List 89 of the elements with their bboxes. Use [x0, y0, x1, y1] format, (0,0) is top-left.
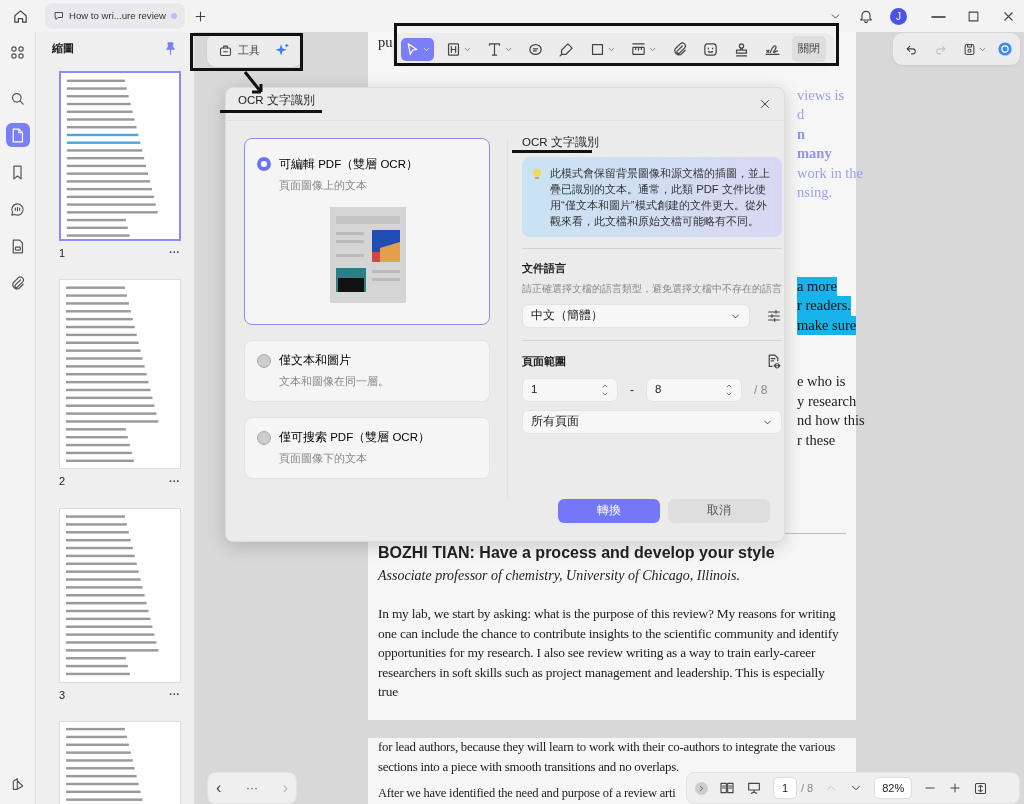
maximize-button[interactable] — [966, 8, 981, 24]
home-button[interactable] — [12, 7, 29, 25]
pin-icon — [163, 40, 178, 56]
home-icon — [12, 7, 29, 25]
page-number: 3 — [59, 687, 66, 703]
page-number-field[interactable]: 1 — [773, 777, 797, 799]
more-button[interactable]: ··· — [169, 689, 180, 701]
dialog-title: OCR 文字識別 — [238, 95, 315, 107]
stamp-icon — [733, 40, 750, 58]
plus-icon — [193, 8, 208, 24]
previous-button[interactable]: ‹ — [216, 780, 222, 796]
page-layout-button[interactable] — [719, 780, 735, 796]
field-label: 頁面範圍 — [522, 354, 566, 370]
radio-icon — [257, 430, 271, 445]
page-range-select[interactable]: 所有頁面 — [522, 409, 782, 434]
plus-icon — [948, 781, 963, 795]
bell-icon — [858, 8, 874, 24]
panel-title: 縮圖 — [52, 41, 74, 56]
section-title: OCR 文字識別 — [522, 136, 600, 149]
maximize-icon — [966, 8, 981, 24]
ruler-icon — [630, 40, 647, 58]
new-tab-button[interactable] — [193, 8, 208, 24]
screen-icon — [746, 780, 762, 796]
cancel-button[interactable]: 取消 — [668, 499, 770, 523]
grid-icon — [9, 43, 26, 61]
toolbox-icon — [218, 42, 233, 58]
author-affiliation: Associate professor of chemistry, University of Chicago, Illinois. — [378, 567, 741, 585]
sticker-icon — [702, 40, 719, 58]
info-text: 此模式會保留背景圖像和源文檔的插圖，並上疊已識別的文本。通常，此類 PDF 文件比使用“僅文本和圖片”模式創建的文件更大。從外觀來看，此文檔和原始文檔可能略有不同。 — [550, 166, 771, 229]
sliders-icon — [766, 307, 782, 324]
ocr-mode-option[interactable]: 可編輯 PDF（雙層 OCR） 頁面圖像上的文本 — [244, 138, 490, 325]
pin-button[interactable] — [163, 40, 178, 56]
body-text: r these — [797, 430, 836, 450]
document-tab[interactable]: How to wri...ure review — [45, 3, 185, 29]
body-text: e who is — [797, 372, 846, 391]
page-number: 2 — [59, 474, 66, 489]
more-button[interactable]: ··· — [246, 782, 258, 794]
highlighted-text: make sure — [797, 315, 857, 335]
field-label: 文件語言 — [522, 261, 567, 276]
presentation-button[interactable] — [746, 780, 762, 796]
ocr-mode-option[interactable]: 僅可搜索 PDF（雙層 OCR） 頁面圖像下的文本 — [244, 417, 490, 479]
notifications-button[interactable] — [858, 8, 874, 24]
speech-bubble-icon — [53, 10, 65, 22]
book-icon — [719, 780, 735, 796]
assistant-orb-icon[interactable] — [998, 40, 1012, 58]
page-thumbnail[interactable] — [59, 70, 181, 241]
page-total: / 8 — [801, 780, 814, 796]
highlighted-text: r readers. — [797, 296, 851, 316]
pen-icon — [558, 40, 575, 58]
highlighted-text: a more — [797, 276, 837, 296]
save-icon — [962, 41, 977, 57]
lightbulb-icon — [532, 168, 542, 180]
language-settings-button[interactable] — [766, 307, 782, 324]
comment-icon — [9, 200, 26, 218]
sidebar-button[interactable] — [5, 123, 30, 147]
close-icon — [758, 97, 772, 111]
more-button[interactable]: ··· — [169, 247, 180, 259]
text-icon — [486, 40, 503, 58]
paragraph: In my lab, we start by asking: what is the purpose of this review? My reasons for writing one can include the chance to contribute insights to the scientific community and identify opportunities for my research. I also see review writing as a way to train early-career researchers in soft skills such as project management and leadership. This is especially true — [378, 605, 840, 701]
section-heading: BOZHI TIAN: Have a process and develop your style — [378, 543, 776, 563]
range-separator: - — [630, 381, 634, 399]
fit-page-icon — [973, 780, 989, 796]
field-hint: 請正確選擇文檔的語言類型，避免選擇文檔中不存在的語言 — [522, 281, 782, 296]
paperclip-icon — [9, 274, 26, 292]
minimize-icon — [931, 15, 946, 18]
radio-icon — [257, 157, 271, 172]
paragraph: for lead authors, because they will learn to work with their co-authors to integrate the various sections into a piece with smooth transitions and no overlaps. — [378, 739, 837, 776]
body-text: y research — [797, 391, 857, 411]
chevron-right-icon — [697, 783, 706, 793]
page-to-field[interactable]: 8 — [646, 377, 742, 402]
convert-button[interactable]: 轉換 — [558, 499, 660, 523]
heading-icon — [445, 40, 462, 58]
user-avatar[interactable]: J — [890, 7, 907, 25]
paperclip-icon — [671, 40, 688, 58]
language-select[interactable]: 中文（簡體） — [522, 303, 750, 328]
ocr-mode-option[interactable]: 僅文本和圖片 文本和圖像在同一層。 — [244, 340, 490, 402]
paragraph: After we have identified the need and purpose of a review arti — [378, 786, 676, 801]
page-number: 1 — [59, 245, 66, 261]
body-text: nd how this — [797, 411, 865, 430]
fit-page-button[interactable] — [973, 780, 989, 796]
page-from-field[interactable]: 1 — [522, 377, 618, 402]
radio-icon — [257, 353, 271, 368]
expand-button[interactable] — [695, 781, 708, 795]
zoom-field[interactable]: 82% — [874, 777, 913, 799]
page-total: / 8 — [754, 381, 768, 399]
close-toolbar-button[interactable]: 關閉 — [792, 36, 826, 62]
body-text: pu — [378, 33, 393, 52]
more-button[interactable]: ··· — [169, 475, 180, 487]
close-button[interactable] — [758, 97, 772, 111]
